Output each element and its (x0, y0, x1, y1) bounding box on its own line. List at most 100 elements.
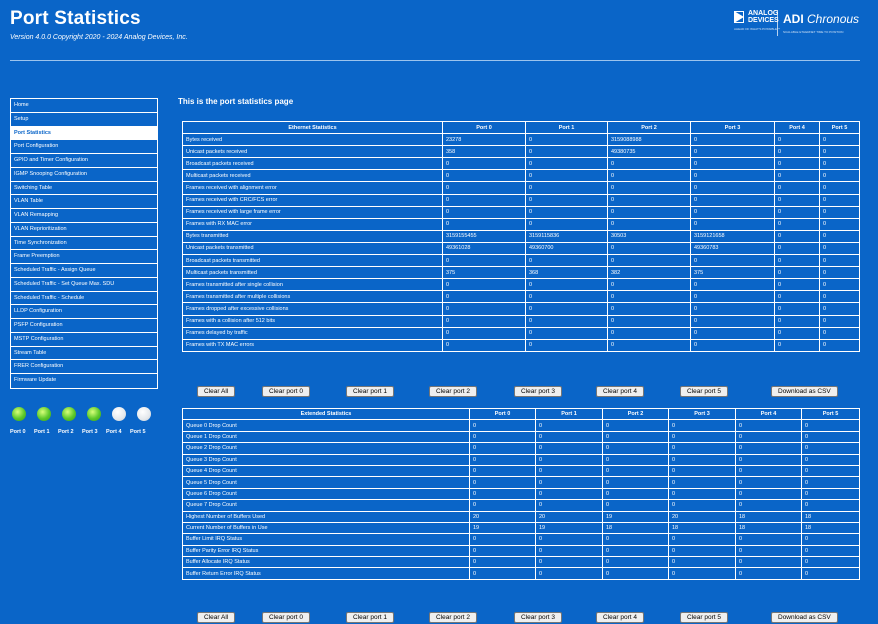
top-clear-port-0-button[interactable]: Clear port 0 (262, 386, 310, 397)
sidebar-item-firmware-update[interactable]: Firmware Update (11, 374, 157, 388)
row-label: Queue 3 Drop Count (182, 453, 470, 466)
cell-value: 0 (690, 133, 775, 147)
sidebar-item-lldp-configuration[interactable]: LLDP Configuration (11, 305, 157, 319)
sidebar-item-igmp-snooping-configuration[interactable]: IGMP Snooping Configuration (11, 168, 157, 182)
sidebar-item-vlan-table[interactable]: VLAN Table (11, 195, 157, 209)
table-row: Broadcast packets received 0 0 0 0 0 0 (182, 157, 860, 171)
cell-value: 0 (442, 205, 526, 219)
table-row: Queue 5 Drop Count 0 0 0 0 0 0 (182, 476, 860, 489)
sidebar-item-time-synchronization[interactable]: Time Synchronization (11, 237, 157, 251)
table-row: Queue 3 Drop Count 0 0 0 0 0 0 (182, 453, 860, 466)
bottom-clear-port-2-button[interactable]: Clear port 2 (429, 612, 477, 623)
sidebar-item-psfp-configuration[interactable]: PSFP Configuration (11, 319, 157, 333)
bottom-clear-port-1-button[interactable]: Clear port 1 (346, 612, 394, 623)
cell-value: 0 (607, 181, 691, 195)
cell-value: 0 (602, 499, 669, 512)
cell-value: 0 (525, 205, 608, 219)
bottom-clear-port-3-button[interactable]: Clear port 3 (514, 612, 562, 623)
sidebar-item-mstp-configuration[interactable]: MSTP Configuration (11, 333, 157, 347)
top-clear-port-2-button[interactable]: Clear port 2 (429, 386, 477, 397)
port-1-led-label: Port 1 (34, 429, 50, 435)
row-label: Frames received with alignment error (182, 181, 443, 195)
sidebar-item-frame-preemption[interactable]: Frame Preemption (11, 250, 157, 264)
header: Port Statistics Version 4.0.0 Copyright … (0, 0, 878, 70)
table-row: Frames transmitted after single collisio… (182, 278, 860, 292)
row-label: Frames with RX MAC error (182, 217, 443, 231)
cell-value: 0 (668, 499, 736, 512)
row-label: Frames with TX MAC errors (182, 338, 443, 352)
column-header: Port 4 (774, 120, 820, 135)
cell-value: 0 (774, 278, 820, 292)
cell-value: 0 (442, 314, 526, 328)
cell-value: 18 (801, 510, 860, 523)
column-header: Port 0 (469, 407, 536, 421)
cell-value: 0 (774, 217, 820, 231)
cell-value: 0 (602, 544, 669, 558)
cell-value: 358 (442, 145, 526, 159)
sidebar-item-gpio-and-timer-configuration[interactable]: GPIO and Timer Configuration (11, 154, 157, 168)
row-label: Bytes transmitted (182, 229, 443, 243)
top-clear-port-5-button[interactable]: Clear port 5 (680, 386, 728, 397)
cell-value: 0 (535, 533, 603, 546)
cell-value: 0 (801, 567, 860, 580)
cell-value: 0 (442, 254, 526, 268)
bottom-clear-all-button[interactable]: Clear All (197, 612, 236, 623)
cell-value: 0 (735, 464, 802, 478)
bottom-download-as-csv-button[interactable]: Download as CSV (771, 612, 838, 623)
sidebar-item-vlan-reprioritization[interactable]: VLAN Reprioritization (11, 223, 157, 237)
row-label: Queue 7 Drop Count (182, 499, 470, 512)
top-clear-port-4-button[interactable]: Clear port 4 (596, 386, 644, 397)
sidebar-item-vlan-remapping[interactable]: VLAN Remapping (11, 209, 157, 223)
cell-value: 0 (735, 556, 802, 569)
sidebar-item-scheduled-traffic-set-queue-max-sdu[interactable]: Scheduled Traffic - Set Queue Max. SDU (11, 278, 157, 292)
logo-analog-line1: ANALOG (748, 10, 779, 17)
port-5-led-label: Port 5 (130, 429, 146, 435)
cell-value: 0 (735, 453, 802, 466)
table-row: Bytes transmitted 3159155455 3159115836 305… (182, 229, 860, 243)
sidebar-item-stream-table[interactable]: Stream Table (11, 347, 157, 361)
cell-value: 0 (819, 278, 860, 292)
cell-value: 0 (602, 533, 669, 546)
cell-value: 0 (525, 157, 608, 171)
cell-value: 23278 (442, 133, 526, 147)
top-clear-all-button[interactable]: Clear All (197, 386, 236, 397)
cell-value: 0 (607, 290, 691, 304)
port-0-led-icon (12, 407, 26, 421)
cell-value: 0 (819, 241, 860, 256)
sidebar-item-scheduled-traffic-schedule[interactable]: Scheduled Traffic - Schedule (11, 292, 157, 306)
port-1-led-icon (37, 407, 51, 421)
top-download-as-csv-button[interactable]: Download as CSV (771, 386, 838, 397)
cell-value: 0 (442, 290, 526, 304)
row-label: Frames received with CRC/FCS error (182, 193, 443, 207)
cell-value: 0 (801, 430, 860, 444)
cell-value: 0 (668, 567, 736, 580)
table-row: Unicast packets transmitted 49361028 49360… (182, 241, 860, 256)
bottom-clear-port-5-button[interactable]: Clear port 5 (680, 612, 728, 623)
table-row: Frames with a collision after 512 bits 0 0… (182, 314, 860, 328)
row-label: Unicast packets transmitted (182, 241, 443, 256)
sidebar-item-port-statistics[interactable]: Port Statistics (11, 126, 157, 141)
cell-value: 0 (469, 544, 536, 558)
cell-value: 0 (525, 133, 608, 147)
top-clear-port-1-button[interactable]: Clear port 1 (346, 386, 394, 397)
sidebar-item-scheduled-traffic-assign-queue[interactable]: Scheduled Traffic - Assign Queue (11, 264, 157, 278)
cell-value: 0 (774, 254, 820, 268)
cell-value: 0 (801, 464, 860, 478)
bottom-clear-port-4-button[interactable]: Clear port 4 (596, 612, 644, 623)
sidebar-item-frer-configuration[interactable]: FRER Configuration (11, 360, 157, 374)
cell-value: 0 (774, 314, 820, 328)
port-2-led-icon (62, 407, 76, 421)
cell-value: 3159115836 (525, 229, 608, 243)
sidebar-item-setup[interactable]: Setup (11, 113, 157, 127)
cell-value: 18 (735, 521, 802, 535)
sidebar-item-port-configuration[interactable]: Port Configuration (11, 140, 157, 154)
cell-value: 0 (668, 430, 736, 444)
cell-value: 0 (525, 169, 608, 183)
bottom-clear-port-0-button[interactable]: Clear port 0 (262, 612, 310, 623)
sidebar-item-switching-table[interactable]: Switching Table (11, 182, 157, 196)
table-row: Queue 4 Drop Count 0 0 0 0 0 0 (182, 464, 860, 478)
cell-value: 0 (690, 169, 775, 183)
sidebar-item-home[interactable]: Home (11, 99, 157, 113)
table-row: Bytes received 23278 0 3159088988 0 0 0 (182, 133, 860, 147)
top-clear-port-3-button[interactable]: Clear port 3 (514, 386, 562, 397)
